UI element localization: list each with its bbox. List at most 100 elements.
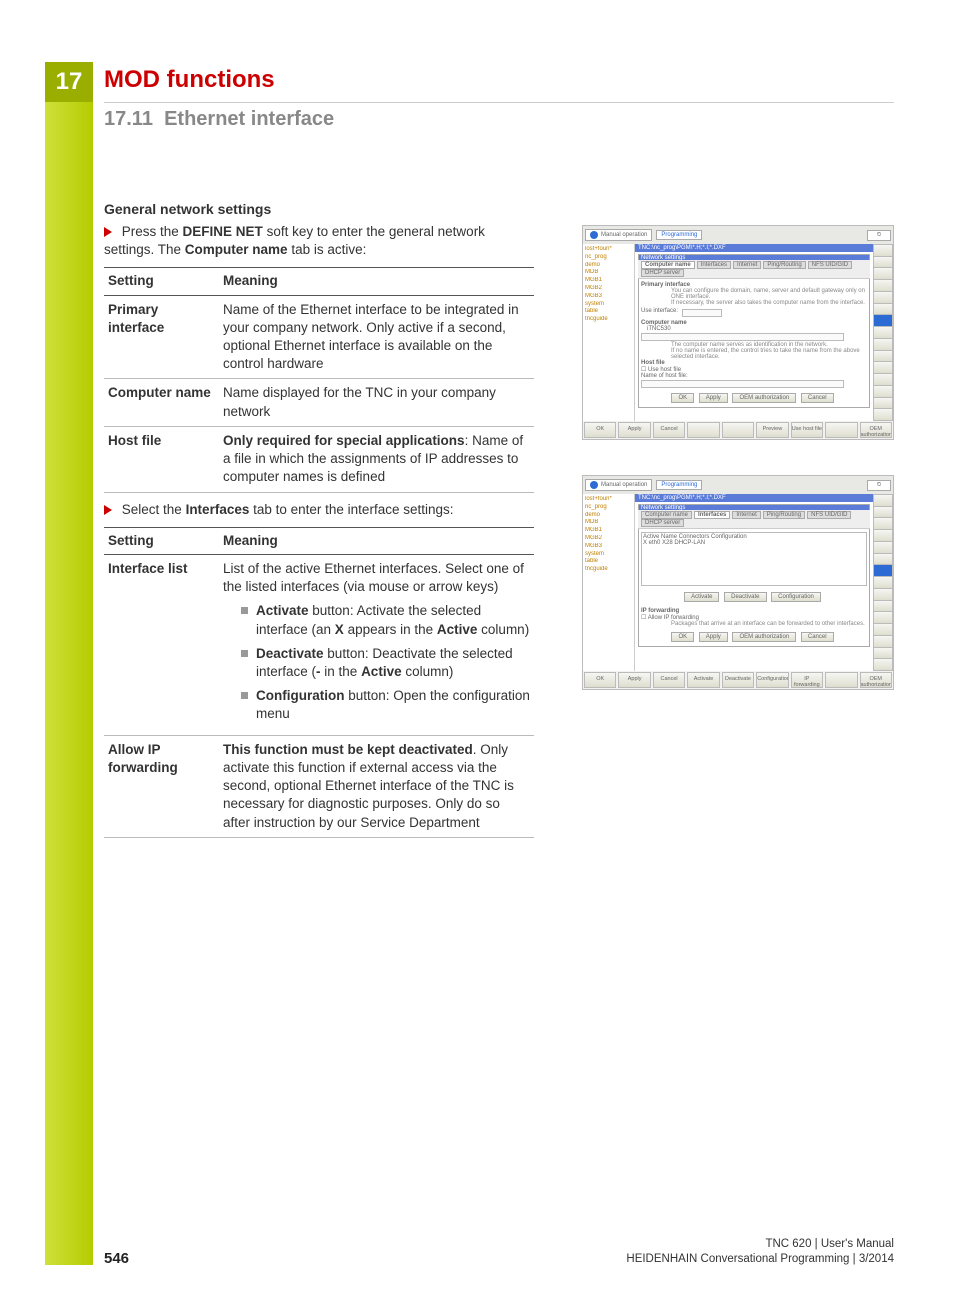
section-name: Ethernet interface: [164, 108, 334, 130]
side-button[interactable]: [873, 529, 893, 541]
configuration-button[interactable]: Configuration: [771, 592, 821, 602]
softkey-row: OK Apply Cancel Activate Deactivate Conf…: [583, 671, 893, 689]
side-button[interactable]: [873, 291, 893, 303]
file-tree: lost+foun* nc_prog demo MDB MGB1 MGB2 MG…: [583, 494, 635, 671]
triangle-icon: [104, 505, 112, 515]
side-button[interactable]: [873, 244, 893, 256]
cancel-button[interactable]: Cancel: [801, 393, 834, 403]
softkey[interactable]: Configuration: [756, 672, 788, 688]
side-button[interactable]: [873, 279, 893, 291]
table-interfaces: Setting Meaning Interface list List of t…: [104, 527, 534, 838]
oem-button[interactable]: OEM authorization: [732, 632, 796, 642]
tab-ping[interactable]: Ping/Routing: [763, 511, 805, 519]
side-stripe: [45, 102, 93, 1265]
intro-line-2: Select the Interfaces tab to enter the i…: [104, 501, 534, 519]
tab-computer-name[interactable]: Computer name: [641, 261, 695, 269]
intro-line-1: Press the DEFINE NET soft key to enter t…: [104, 223, 534, 259]
softkey[interactable]: [825, 672, 857, 688]
file-tree: lost+foun* nc_prog demo MDB MGB1 MGB2 MG…: [583, 244, 635, 421]
square-icon: [241, 650, 248, 657]
programming-tab: Programming: [656, 230, 702, 240]
softkey[interactable]: OEM authorization: [860, 422, 892, 438]
tab-interfaces[interactable]: Interfaces: [697, 261, 731, 269]
softkey[interactable]: OK: [584, 672, 616, 688]
side-button[interactable]: [873, 326, 893, 338]
title-bar: TNC:\nc_prog\PGM\*.H;*.I;*.DXF: [635, 494, 873, 502]
softkey[interactable]: Deactivate: [722, 672, 754, 688]
side-button[interactable]: [873, 256, 893, 268]
list-item: Configuration button: Open the configura…: [241, 687, 530, 723]
softkey[interactable]: Preview: [756, 422, 788, 438]
header-rule: [104, 102, 894, 103]
side-button[interactable]: [873, 564, 893, 576]
th-meaning: Meaning: [219, 268, 534, 295]
tab-dhcp[interactable]: DHCP server: [641, 269, 684, 277]
computer-name-field[interactable]: [641, 333, 844, 341]
tab-nfs[interactable]: NFS UID/GID: [808, 261, 852, 269]
activate-button[interactable]: Activate: [684, 592, 719, 602]
softkey[interactable]: Cancel: [653, 672, 685, 688]
table-row: Interface list List of the active Ethern…: [104, 554, 534, 735]
apply-button[interactable]: Apply: [699, 632, 728, 642]
softkey[interactable]: Apply: [618, 672, 650, 688]
softkey[interactable]: Use host file: [791, 422, 823, 438]
side-button[interactable]: [873, 350, 893, 362]
tab-ping[interactable]: Ping/Routing: [763, 261, 805, 269]
side-button[interactable]: [873, 576, 893, 588]
softkey[interactable]: Apply: [618, 422, 650, 438]
tab-row: Computer nameInterfacesInternetPing/Rout…: [638, 510, 870, 529]
side-button[interactable]: [873, 517, 893, 529]
tab-dhcp[interactable]: DHCP server: [641, 519, 684, 527]
side-button[interactable]: [873, 553, 893, 565]
ok-button[interactable]: OK: [671, 393, 694, 403]
side-button[interactable]: [873, 635, 893, 647]
side-button[interactable]: [873, 541, 893, 553]
side-button[interactable]: [873, 611, 893, 623]
side-button[interactable]: [873, 623, 893, 635]
softkey[interactable]: [722, 422, 754, 438]
tab-internet[interactable]: Internet: [732, 511, 760, 519]
side-button[interactable]: [873, 397, 893, 409]
softkey[interactable]: OK: [584, 422, 616, 438]
mode-icon: [590, 231, 598, 239]
clock-icon: ⏲: [867, 230, 891, 241]
side-button[interactable]: [873, 600, 893, 612]
softkey[interactable]: OEM authorization: [860, 672, 892, 688]
host-file-field[interactable]: [641, 380, 844, 388]
side-button[interactable]: [873, 303, 893, 315]
side-button[interactable]: [873, 658, 893, 671]
softkey[interactable]: IP forwarding On/Off: [791, 672, 823, 688]
use-interface-field[interactable]: [682, 309, 722, 317]
tab-nfs[interactable]: NFS UID/GID: [807, 511, 851, 519]
screenshot-header: Manual operation Programming ⏲: [583, 226, 893, 244]
tab-interfaces[interactable]: Interfaces: [694, 511, 730, 519]
softkey[interactable]: [687, 422, 719, 438]
screenshot-interfaces: Manual operation Programming ⏲ lost+foun…: [582, 475, 894, 690]
side-button[interactable]: [873, 373, 893, 385]
side-button[interactable]: [873, 361, 893, 373]
softkey[interactable]: Cancel: [653, 422, 685, 438]
apply-button[interactable]: Apply: [699, 393, 728, 403]
mode-box: Manual operation: [585, 479, 652, 491]
side-button[interactable]: [873, 647, 893, 659]
general-heading: General network settings: [104, 200, 534, 219]
cancel-button[interactable]: Cancel: [801, 632, 834, 642]
ok-button[interactable]: OK: [671, 632, 694, 642]
softkey[interactable]: Activate: [687, 672, 719, 688]
side-button[interactable]: [873, 385, 893, 397]
section-number: 17.11: [104, 108, 153, 130]
side-button[interactable]: [873, 267, 893, 279]
side-button[interactable]: [873, 314, 893, 326]
dialog-main: TNC:\nc_prog\PGM\*.H;*.I;*.DXF Network s…: [635, 494, 873, 671]
tab-computer-name[interactable]: Computer name: [641, 511, 692, 519]
screenshot-computer-name: Manual operation Programming ⏲ lost+foun…: [582, 225, 894, 440]
side-button[interactable]: [873, 588, 893, 600]
side-button[interactable]: [873, 408, 893, 421]
side-button[interactable]: [873, 506, 893, 518]
side-button[interactable]: [873, 494, 893, 506]
oem-button[interactable]: OEM authorization: [732, 393, 796, 403]
side-button[interactable]: [873, 338, 893, 350]
deactivate-button[interactable]: Deactivate: [724, 592, 766, 602]
tab-internet[interactable]: Internet: [733, 261, 761, 269]
softkey[interactable]: [825, 422, 857, 438]
